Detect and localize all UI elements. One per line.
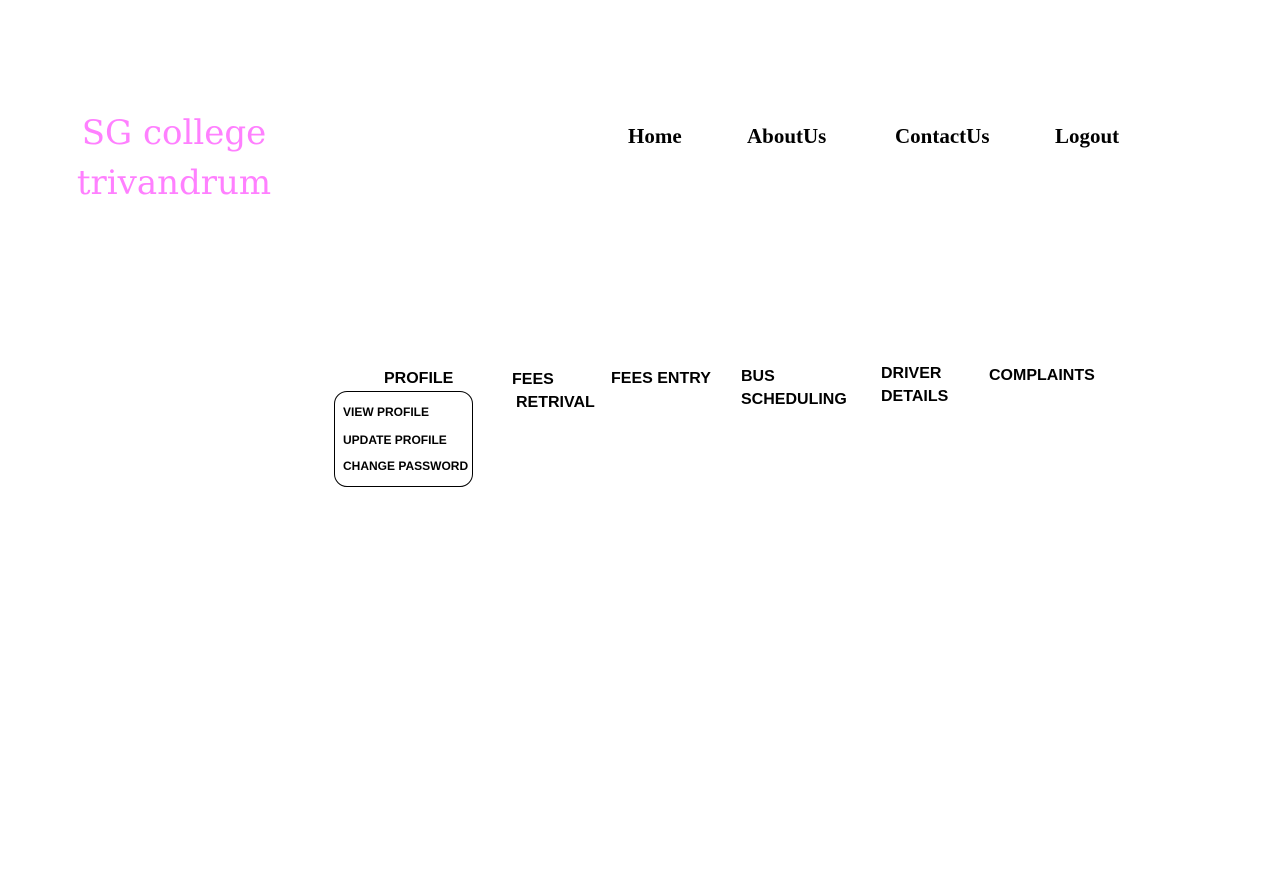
nav-logout-link[interactable]: Logout xyxy=(1055,124,1119,149)
menu-fees-entry[interactable]: FEES ENTRY xyxy=(611,367,711,390)
menu-driver-details-line-1: DRIVER xyxy=(881,365,942,382)
menu-bus-scheduling-line-1: BUS xyxy=(741,368,775,385)
menu-fees-retrival-line-2: RETRIVAL xyxy=(516,394,595,411)
nav-home-link[interactable]: Home xyxy=(628,124,682,149)
menu-bus-scheduling[interactable]: BUS SCHEDULING xyxy=(741,365,847,411)
menu-fees-retrival[interactable]: FEES RETRIVAL xyxy=(512,368,595,414)
nav-contactus-link[interactable]: ContactUs xyxy=(895,124,990,149)
dropdown-view-profile[interactable]: VIEW PROFILE xyxy=(343,405,429,419)
menu-fees-retrival-line-1: FEES xyxy=(512,371,554,388)
menu-profile[interactable]: PROFILE xyxy=(384,367,453,390)
menu-complaints[interactable]: COMPLAINTS xyxy=(989,364,1095,387)
brand-line-2: trivandrum xyxy=(76,163,272,203)
profile-dropdown: VIEW PROFILE UPDATE PROFILE CHANGE PASSW… xyxy=(334,391,473,487)
site-logo-text: SG college trivandrum xyxy=(74,108,274,208)
dropdown-update-profile[interactable]: UPDATE PROFILE xyxy=(343,433,447,447)
menu-bus-scheduling-line-2: SCHEDULING xyxy=(741,391,847,408)
dropdown-change-password[interactable]: CHANGE PASSWORD xyxy=(343,459,468,473)
nav-aboutus-link[interactable]: AboutUs xyxy=(747,124,826,149)
menu-driver-details-line-2: DETAILS xyxy=(881,388,949,405)
menu-driver-details[interactable]: DRIVER DETAILS xyxy=(881,362,948,408)
brand-line-1: SG college xyxy=(81,113,267,153)
